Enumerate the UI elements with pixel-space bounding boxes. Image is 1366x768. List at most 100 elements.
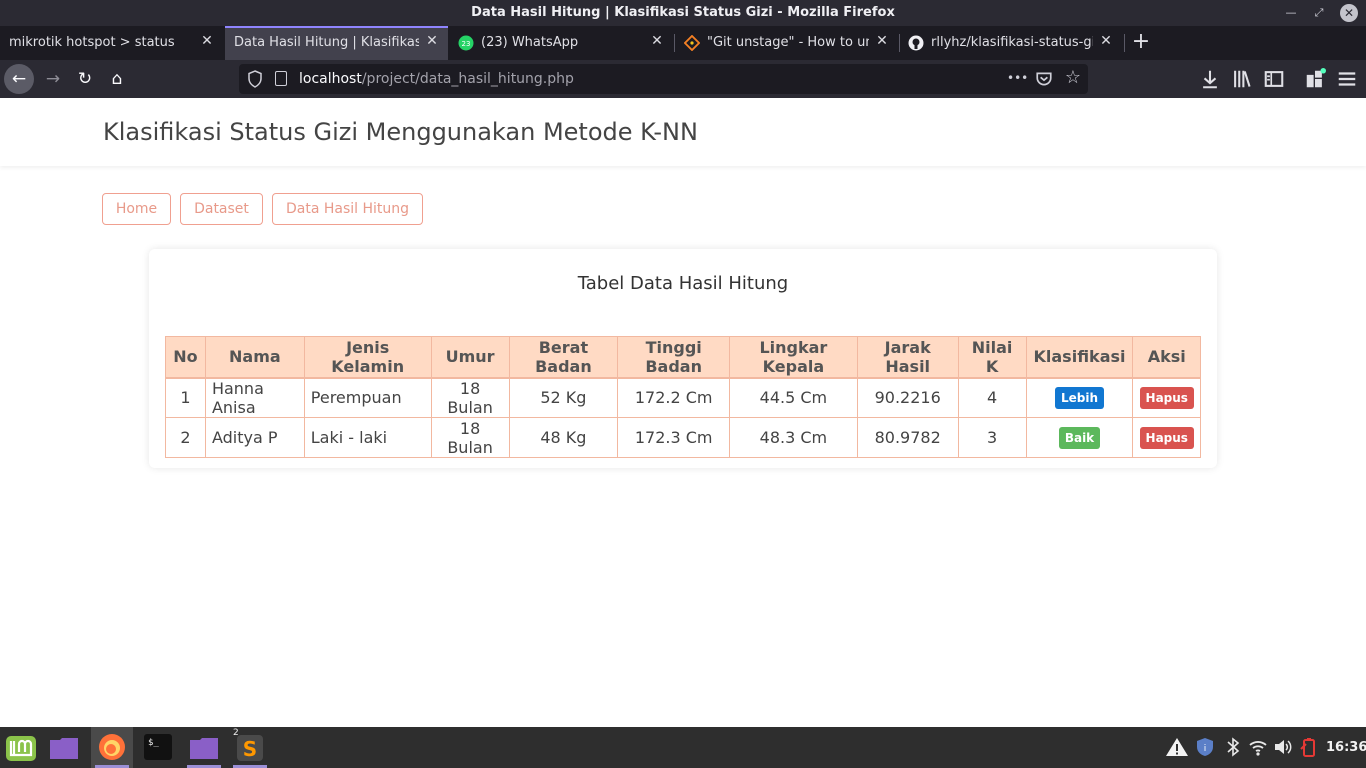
clock[interactable]: 16:36 [1326, 740, 1366, 755]
battery-icon[interactable] [1300, 737, 1318, 757]
tab-data-hasil-hitung[interactable]: Data Hasil Hitung | Klasifikasi S ✕ [225, 26, 448, 60]
svg-text:S: S [243, 737, 257, 761]
whatsapp-icon: 23 [458, 35, 474, 51]
cell-nama: Hanna Anisa [204, 377, 305, 418]
table-header-row: No Nama Jenis Kelamin Umur Berat Badan T… [165, 336, 1201, 379]
forward-button[interactable]: → [38, 64, 68, 94]
column-header-lingkar-kepala: Lingkar Kepala [729, 336, 858, 379]
column-header-berat-badan: Berat Badan [508, 336, 619, 379]
column-header-nama: Nama [204, 336, 305, 379]
column-header-umur: Umur [430, 336, 510, 379]
terminal-icon: $_ [144, 734, 172, 760]
warning-icon[interactable] [1165, 737, 1189, 757]
dataset-button[interactable]: Dataset [180, 193, 263, 225]
cell-no: 1 [165, 377, 206, 418]
window-count: 2 [233, 728, 239, 738]
page-icon[interactable] [275, 71, 287, 86]
column-header-klasifikasi: Klasifikasi [1025, 336, 1134, 379]
tab-mikrotik[interactable]: mikrotik hotspot > status ✕ [0, 26, 222, 60]
menu-icon[interactable] [1336, 68, 1358, 90]
taskbar-sublime-text[interactable]: S 2 [229, 727, 271, 768]
wifi-icon[interactable] [1248, 738, 1268, 756]
url-text[interactable]: localhost/project/data_hasil_hitung.php [299, 71, 574, 87]
pocket-icon[interactable] [1035, 70, 1053, 88]
url-path: /project/data_hasil_hitung.php [361, 71, 574, 87]
cell-no: 2 [165, 417, 206, 458]
sublime-text-icon: S [237, 735, 263, 761]
cell-nilai-k: 3 [957, 417, 1027, 458]
column-header-jarak-hasil: Jarak Hasil [856, 336, 959, 379]
tab-github[interactable]: rllyhz/klasifikasi-status-gizi ✕ [900, 26, 1122, 60]
taskbar-terminal[interactable]: $_ [137, 727, 179, 768]
cell-tinggi-badan: 172.3 Cm [617, 417, 731, 458]
cell-berat-badan: 52 Kg [508, 377, 619, 418]
taskbar-firefox[interactable] [91, 727, 133, 768]
column-header-aksi: Aksi [1132, 336, 1201, 379]
reload-button[interactable]: ↻ [70, 64, 100, 94]
tab-label: "Git unstage" - How to unst [707, 35, 869, 50]
web-page: Klasifikasi Status Gizi Menggunakan Meto… [0, 98, 1366, 727]
tab-whatsapp[interactable]: 23 (23) WhatsApp ✕ [450, 26, 672, 60]
new-tab-button[interactable]: + [1130, 29, 1152, 55]
close-icon[interactable]: ✕ [1098, 33, 1114, 49]
download-icon[interactable] [1199, 68, 1221, 90]
table-row: 2 Aditya P Laki - laki 18 Bulan 48 Kg 17… [165, 417, 1201, 458]
mint-menu-button[interactable] [0, 727, 42, 768]
sidebar-icon[interactable] [1263, 68, 1285, 90]
url-bar[interactable]: localhost/project/data_hasil_hitung.php … [239, 64, 1088, 94]
close-icon[interactable]: ✕ [199, 33, 215, 49]
cell-lingkar-kepala: 44.5 Cm [729, 377, 858, 418]
close-icon[interactable]: ✕ [874, 33, 890, 49]
minimize-button[interactable]: — [1282, 4, 1300, 22]
volume-icon[interactable] [1273, 738, 1293, 756]
column-header-tinggi-badan: Tinggi Badan [617, 336, 731, 379]
folder-icon [190, 738, 218, 759]
cell-aksi: Hapus [1132, 417, 1201, 458]
klasifikasi-badge: Baik [1058, 426, 1101, 449]
tab-git-unstage[interactable]: "Git unstage" - How to unst ✕ [676, 26, 898, 60]
tab-strip: mikrotik hotspot > status ✕ Data Hasil H… [0, 26, 1366, 60]
svg-text:$_: $_ [148, 738, 159, 748]
tab-label: (23) WhatsApp [481, 35, 579, 50]
back-button[interactable]: ← [4, 64, 34, 94]
hapus-button[interactable]: Hapus [1139, 386, 1194, 409]
close-window-button[interactable]: ✕ [1340, 4, 1358, 22]
tab-separator [674, 34, 675, 52]
home-button[interactable]: ⌂ [102, 64, 132, 94]
taskbar-folder[interactable] [183, 727, 225, 768]
cell-tinggi-badan: 172.2 Cm [617, 377, 731, 418]
cell-jenis-kelamin: Laki - laki [303, 417, 432, 458]
bluetooth-icon[interactable] [1224, 737, 1242, 757]
klasifikasi-badge: Lebih [1054, 386, 1105, 409]
site-title: Klasifikasi Status Gizi Menggunakan Meto… [103, 118, 698, 146]
column-header-jenis-kelamin: Jenis Kelamin [303, 336, 432, 379]
close-icon[interactable]: ✕ [424, 33, 440, 49]
tab-separator [1124, 34, 1125, 52]
card-title: Tabel Data Hasil Hitung [577, 273, 789, 294]
cell-nama: Aditya P [204, 417, 305, 458]
page-actions-icon[interactable]: ••• [1007, 71, 1028, 85]
cell-jenis-kelamin: Perempuan [303, 377, 432, 418]
tab-label: mikrotik hotspot > status [9, 35, 175, 50]
tab-label: Data Hasil Hitung | Klasifikasi S [234, 35, 419, 50]
navigation-bar: ← → ↻ ⌂ localhost/project/data_hasil_hit… [0, 60, 1366, 98]
taskbar: $_ S 2 i 16:36 [0, 727, 1366, 768]
hapus-button[interactable]: Hapus [1139, 426, 1194, 449]
data-hasil-hitung-button[interactable]: Data Hasil Hitung [272, 193, 423, 225]
maximize-button[interactable]: ⤢ [1310, 4, 1328, 22]
library-icon[interactable] [1231, 68, 1253, 90]
extensions-icon[interactable] [1304, 68, 1326, 90]
update-shield-icon[interactable]: i [1195, 737, 1215, 757]
close-icon[interactable]: ✕ [649, 33, 665, 49]
firefox-icon [99, 734, 125, 760]
shield-icon[interactable] [247, 70, 263, 88]
bookmark-star-icon[interactable]: ☆ [1063, 67, 1083, 88]
cell-klasifikasi: Baik [1025, 417, 1134, 458]
git-icon [684, 35, 700, 51]
tab-label: rllyhz/klasifikasi-status-gizi [931, 35, 1093, 50]
home-button[interactable]: Home [102, 193, 171, 225]
cell-umur: 18 Bulan [430, 417, 510, 458]
taskbar-files[interactable] [43, 727, 85, 768]
github-icon [908, 35, 924, 51]
column-header-no: No [165, 336, 206, 379]
